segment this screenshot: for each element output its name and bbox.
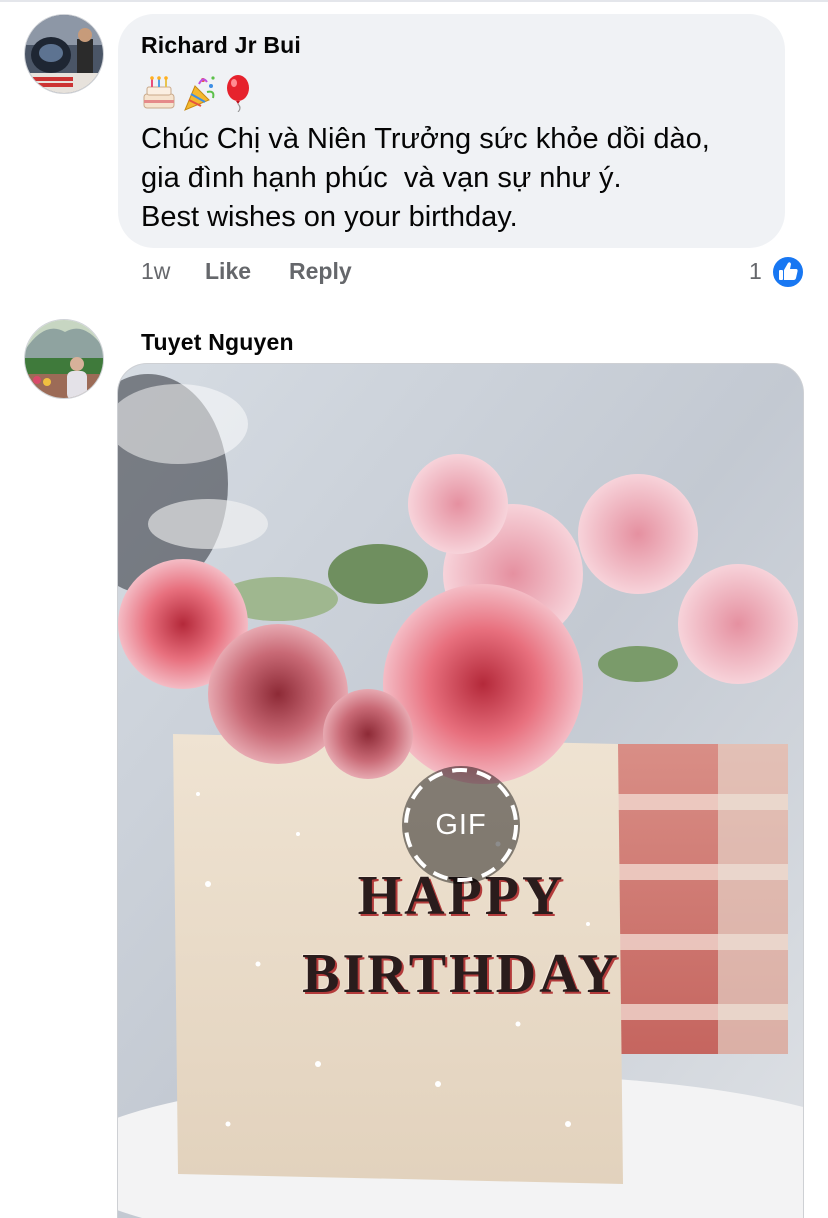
- comment-author[interactable]: Tuyet Nguyen: [141, 329, 294, 356]
- gif-attachment[interactable]: HAPPY BIRTHDAY GIF: [117, 363, 804, 1218]
- gif-play-button[interactable]: GIF: [402, 766, 520, 884]
- comment-tuyet: Tuyet Nguyen HAPPY BIRTHDAY GIF: [0, 0, 828, 1218]
- gif-label: GIF: [435, 809, 487, 841]
- avatar[interactable]: [24, 319, 104, 399]
- birthday-text: BIRTHDAY: [302, 943, 621, 1005]
